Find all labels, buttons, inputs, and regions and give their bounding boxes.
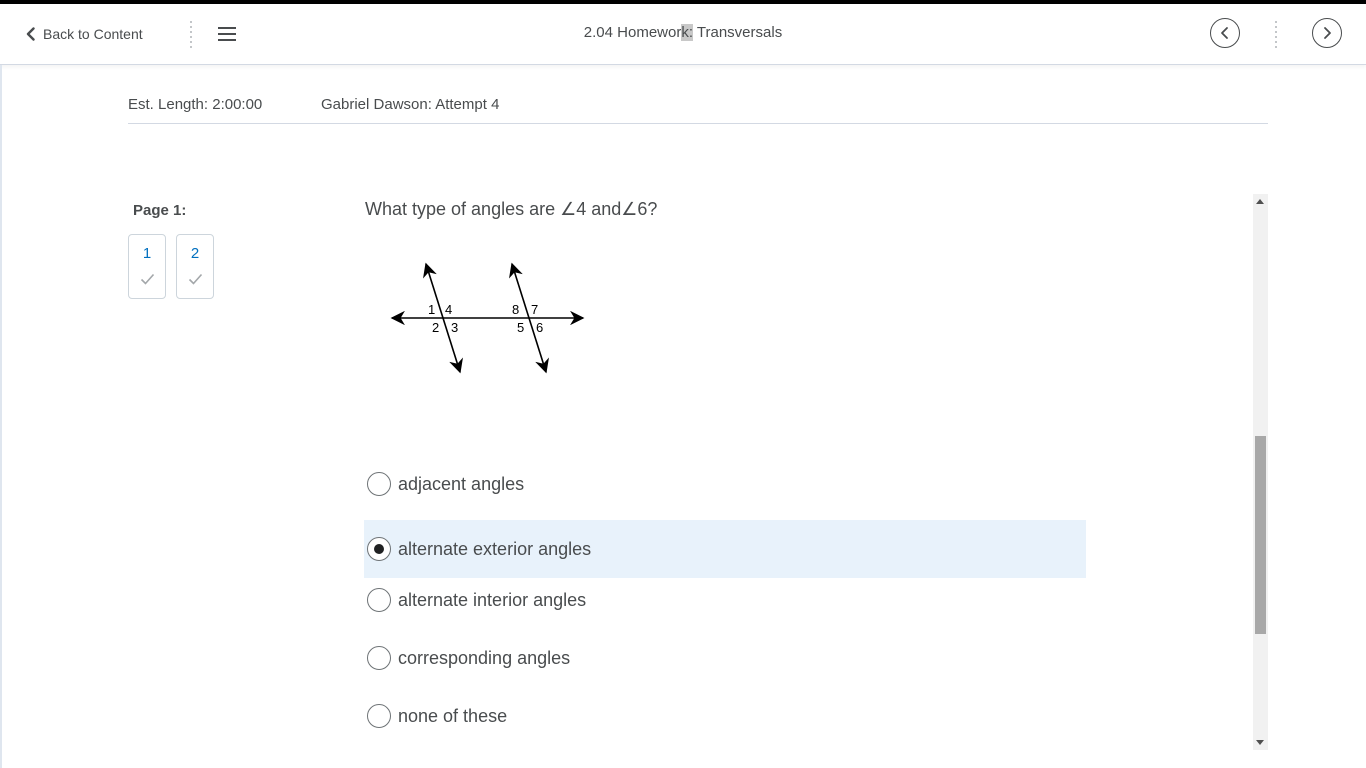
radio-button-selected[interactable] <box>367 537 391 561</box>
angle-label-2: 2 <box>432 320 439 335</box>
scroll-up-arrow-icon[interactable] <box>1256 199 1264 204</box>
back-to-content-link[interactable]: Back to Content <box>26 23 143 45</box>
back-to-content-label: Back to Content <box>43 26 143 42</box>
checkmark-icon <box>188 273 203 285</box>
answer-option-label: alternate interior angles <box>398 589 587 610</box>
estimated-length: Est. Length: 2:00:00 <box>128 96 263 113</box>
answer-option-label: corresponding angles <box>398 647 571 668</box>
radio-button[interactable] <box>367 704 391 728</box>
quiz-meta-row: Est. Length: 2:00:00 Gabriel Dawson: Att… <box>128 96 1268 124</box>
title-text-start: 2.04 Homewor <box>583 24 682 41</box>
question-text: What type of angles are ∠4 and∠6? <box>365 199 658 219</box>
next-topic-button[interactable] <box>1312 18 1342 48</box>
answer-option-label: alternate exterior angles <box>398 538 592 559</box>
transversal-figure: 1 4 2 3 8 7 5 6 <box>390 262 585 374</box>
title-text-end: Transversals <box>693 24 783 41</box>
kebab-divider-icon <box>1269 20 1283 48</box>
circle-chevron-left-icon <box>1221 27 1228 39</box>
answer-option-label: adjacent angles <box>398 473 525 494</box>
answer-option-corresponding-angles[interactable]: corresponding angles <box>364 629 1086 687</box>
answer-option-none-of-these[interactable]: none of these <box>364 687 1086 745</box>
scrollbar-thumb[interactable] <box>1255 436 1266 634</box>
title-text-highlight: k: <box>681 24 693 41</box>
attempt-info: Gabriel Dawson: Attempt 4 <box>321 96 500 113</box>
scroll-down-arrow-icon[interactable] <box>1256 740 1264 745</box>
radio-button[interactable] <box>367 588 391 612</box>
question-tile-1[interactable]: 1 <box>128 234 166 299</box>
angle-label-7: 7 <box>531 302 538 317</box>
radio-button[interactable] <box>367 646 391 670</box>
kebab-divider-icon <box>184 20 198 48</box>
angle-label-3: 3 <box>451 320 458 335</box>
chevron-left-icon <box>26 27 35 41</box>
answer-option-alternate-interior-angles[interactable]: alternate interior angles <box>364 571 1086 629</box>
circle-chevron-right-icon <box>1324 27 1331 39</box>
page-title: 2.04 Homework: Transversals <box>483 24 883 41</box>
left-edge-border <box>0 65 2 768</box>
question-tile-number: 1 <box>142 245 152 262</box>
vertical-scrollbar[interactable] <box>1253 194 1268 750</box>
angle-label-8: 8 <box>512 302 519 317</box>
answer-option-alternate-exterior-angles[interactable]: alternate exterior angles <box>364 520 1086 578</box>
previous-topic-button[interactable] <box>1210 18 1240 48</box>
hamburger-menu-icon[interactable] <box>214 22 240 46</box>
question-tile-number: 2 <box>190 245 200 262</box>
question-tile-2[interactable]: 2 <box>176 234 214 299</box>
page-label: Page 1: <box>133 202 187 219</box>
checkmark-icon <box>140 273 155 285</box>
angle-label-1: 1 <box>428 302 435 317</box>
angle-label-5: 5 <box>517 320 524 335</box>
radio-selected-dot <box>374 544 384 554</box>
radio-button[interactable] <box>367 472 391 496</box>
answer-option-adjacent-angles[interactable]: adjacent angles <box>364 455 1086 513</box>
angle-label-6: 6 <box>536 320 543 335</box>
answer-option-label: none of these <box>398 705 508 726</box>
angle-label-4: 4 <box>445 302 452 317</box>
top-navigation-bar: Back to Content 2.04 Homework: Transvers… <box>0 4 1366 65</box>
